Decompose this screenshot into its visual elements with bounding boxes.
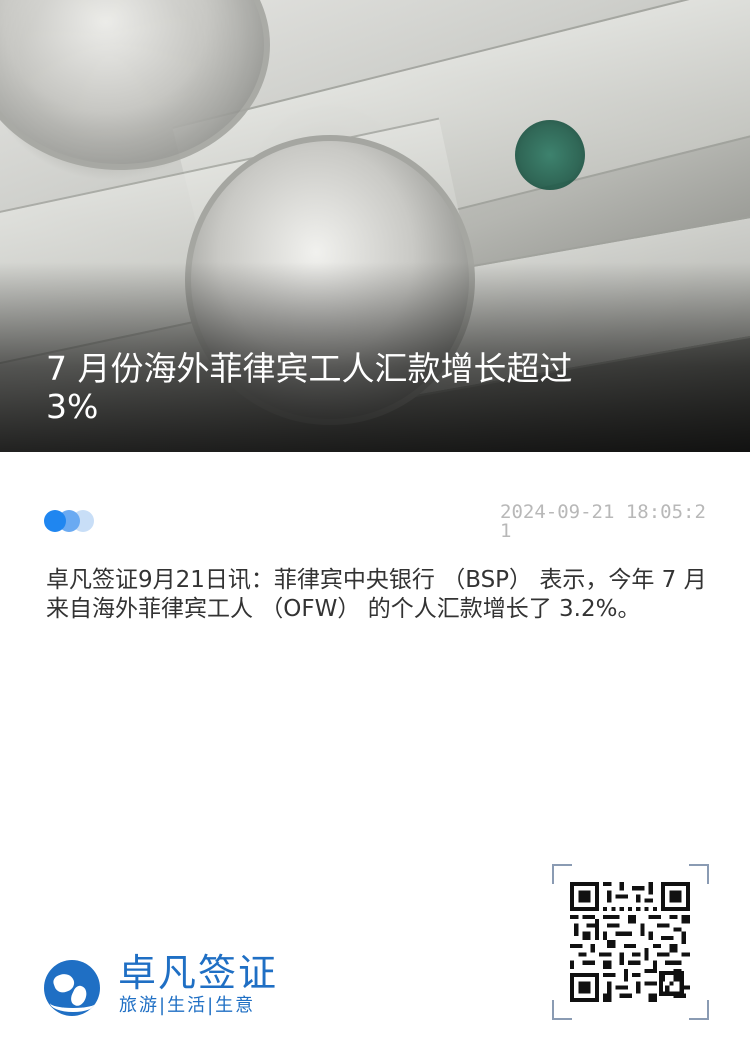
- qr-code-icon: [570, 882, 690, 1002]
- qr-code[interactable]: [552, 864, 709, 1020]
- brand-slogan: 旅游|生活|生意: [119, 995, 256, 1016]
- brand-name: 卓凡签证: [118, 951, 279, 995]
- loading-dots-icon: [44, 510, 104, 532]
- article-body: 卓凡签证9月21日讯：菲律宾中央银行 （BSP） 表示，今年 7 月来自海外菲律…: [46, 567, 707, 622]
- publish-timestamp: 2024-09-21 18:05:21: [500, 501, 706, 542]
- hero-image: 7 月份海外菲律宾工人汇款增长超过 3%: [0, 0, 750, 452]
- article-title: 7 月份海外菲律宾工人汇款增长超过 3%: [46, 349, 573, 426]
- globe-logo-icon: [44, 960, 100, 1016]
- treasury-seal: [515, 120, 585, 190]
